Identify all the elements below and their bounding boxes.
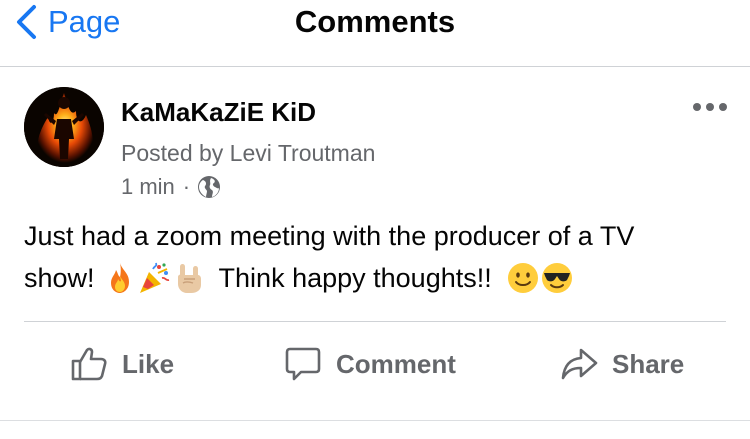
page-title: Comments <box>294 4 456 39</box>
comment-button[interactable]: Comment <box>284 336 456 392</box>
thumbs-up-icon <box>71 347 107 381</box>
post-timestamp: 1 min <box>121 174 175 199</box>
share-button-label: Share <box>612 348 685 379</box>
comment-bubble-icon <box>285 347 321 381</box>
globe-icon <box>198 176 221 198</box>
post-text-segment: show! <box>24 263 95 293</box>
more-dot-icon <box>706 103 714 111</box>
actions-divider <box>24 321 726 322</box>
post-meta: 1 min · <box>121 173 221 201</box>
slightly-smiling-face-emoji <box>506 261 540 295</box>
share-button[interactable]: Share <box>560 336 684 392</box>
post-text-line-2: show! Think happy thoughts!! <box>24 257 724 299</box>
fire-figure-avatar-image <box>24 87 104 167</box>
post-text-line-1: Just had a zoom meeting with the produce… <box>24 215 724 257</box>
share-arrow-icon <box>561 348 598 380</box>
meta-separator: · <box>182 174 191 199</box>
like-button[interactable]: Like <box>70 336 174 392</box>
fire-emoji <box>103 261 137 295</box>
more-options-button[interactable] <box>693 98 727 116</box>
rock-hand-emoji <box>171 261 205 295</box>
avatar[interactable] <box>24 87 104 167</box>
post-text-segment: Just had a zoom meeting with the produce… <box>24 221 635 251</box>
posted-by-text: Posted by Levi Troutman <box>121 140 376 166</box>
party-popper-emoji <box>137 261 171 295</box>
post-body: Just had a zoom meeting with the produce… <box>24 215 724 299</box>
author-name[interactable]: KaMaKaZiE KiD <box>121 97 316 127</box>
sunglasses-face-emoji <box>540 261 574 295</box>
post-actions-bar: Like Comment Share <box>0 336 750 392</box>
post-bottom-divider <box>0 420 750 421</box>
more-dot-icon <box>693 103 701 111</box>
like-button-label: Like <box>122 348 175 379</box>
post-text-segment: Think happy thoughts!! <box>218 263 492 293</box>
comment-button-label: Comment <box>336 348 456 379</box>
more-dot-icon <box>719 103 727 111</box>
top-nav-bar: Page Comments <box>0 0 750 67</box>
